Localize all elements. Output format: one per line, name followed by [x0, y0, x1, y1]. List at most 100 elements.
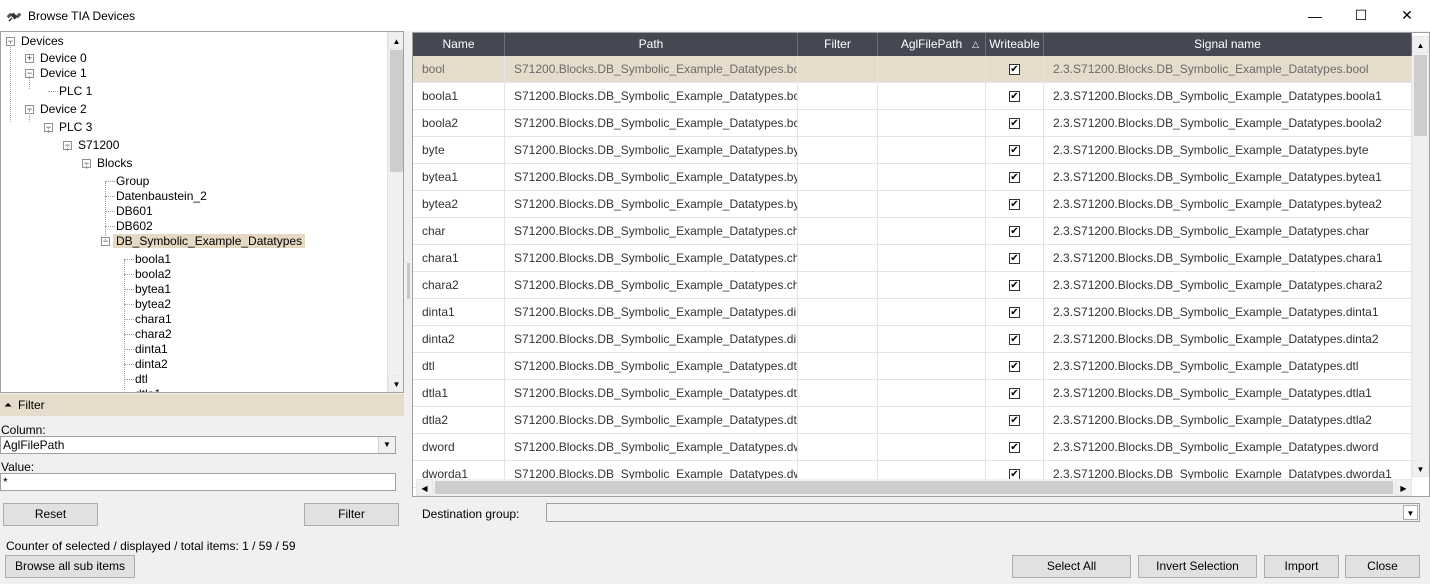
- tree-node[interactable]: Device 1: [37, 66, 90, 81]
- table-row[interactable]: char S71200.Blocks.DB_Symbolic_Example_Da…: [413, 218, 1412, 245]
- table-row[interactable]: dinta2 S71200.Blocks.DB_Symbolic_Example_…: [413, 326, 1412, 353]
- table-row[interactable]: chara1 S71200.Blocks.DB_Symbolic_Example_…: [413, 245, 1412, 272]
- device-tree[interactable]: ▲ ▼ − Devices + Device 0− Device 1 PLC 1− Devi…: [0, 31, 404, 393]
- grid-horizontal-scroll-thumb[interactable]: [435, 481, 1393, 494]
- tree-node[interactable]: chara2: [132, 327, 175, 342]
- writeable-checkbox[interactable]: ✔: [1009, 118, 1020, 130]
- cell-writeable[interactable]: ✔: [986, 110, 1044, 137]
- column-header[interactable]: Signal name: [1044, 33, 1412, 56]
- cell-writeable[interactable]: ✔: [986, 56, 1044, 83]
- value-input[interactable]: *: [0, 473, 396, 491]
- writeable-checkbox[interactable]: ✔: [1009, 388, 1020, 400]
- destination-dropdown-arrow-icon[interactable]: ▼: [1403, 505, 1418, 520]
- tree-node[interactable]: DB602: [113, 219, 156, 234]
- tree-node[interactable]: boola2: [132, 267, 174, 282]
- cell-writeable[interactable]: ✔: [986, 272, 1044, 299]
- close-button[interactable]: Close: [1345, 555, 1420, 578]
- column-header[interactable]: AglFilePath △: [878, 33, 986, 56]
- cell-writeable[interactable]: ✔: [986, 353, 1044, 380]
- tree-node[interactable]: dinta1: [132, 342, 171, 357]
- cell-writeable[interactable]: ✔: [986, 326, 1044, 353]
- tree-node[interactable]: Datenbaustein_2: [113, 189, 210, 204]
- cell-writeable[interactable]: ✔: [986, 191, 1044, 218]
- tree-node[interactable]: PLC 1: [56, 84, 95, 99]
- select-all-button[interactable]: Select All: [1012, 555, 1131, 578]
- grid-scroll-right-arrow-icon[interactable]: ▶: [1395, 479, 1412, 496]
- writeable-checkbox[interactable]: ✔: [1009, 415, 1020, 427]
- tree-node[interactable]: Device 0: [37, 51, 90, 66]
- tree-node[interactable]: PLC 3: [56, 120, 95, 135]
- table-row[interactable]: byte S71200.Blocks.DB_Symbolic_Example_Da…: [413, 137, 1412, 164]
- filter-panel-header[interactable]: ⏶ Filter: [0, 394, 404, 416]
- invert-selection-button[interactable]: Invert Selection: [1138, 555, 1257, 578]
- tree-node[interactable]: DB601: [113, 204, 156, 219]
- tree-node[interactable]: bytea1: [132, 282, 174, 297]
- table-row[interactable]: bool S71200.Blocks.DB_Symbolic_Example_Da…: [413, 56, 1412, 83]
- grid-scroll-up-arrow-icon[interactable]: ▲: [1412, 36, 1429, 53]
- table-row[interactable]: dtla2 S71200.Blocks.DB_Symbolic_Example_D…: [413, 407, 1412, 434]
- column-header[interactable]: Path: [505, 33, 798, 56]
- table-row[interactable]: dtla1 S71200.Blocks.DB_Symbolic_Example_D…: [413, 380, 1412, 407]
- tree-node[interactable]: Group: [113, 174, 152, 189]
- import-button[interactable]: Import: [1264, 555, 1339, 578]
- table-row[interactable]: dtl S71200.Blocks.DB_Symbolic_Example_Dat…: [413, 353, 1412, 380]
- reset-button[interactable]: Reset: [3, 503, 98, 526]
- grid-vertical-scrollbar[interactable]: ▲ ▼: [1412, 36, 1429, 477]
- column-select[interactable]: AglFilePath ▼: [0, 436, 396, 454]
- cell-writeable[interactable]: ✔: [986, 218, 1044, 245]
- tree-expand-icon[interactable]: +: [25, 54, 34, 63]
- signals-grid[interactable]: Name Path Filter AglFilePath △ Writeable Signa…: [412, 32, 1430, 497]
- grid-scroll-left-arrow-icon[interactable]: ◀: [416, 479, 433, 496]
- cell-writeable[interactable]: ✔: [986, 164, 1044, 191]
- writeable-checkbox[interactable]: ✔: [1009, 199, 1020, 211]
- writeable-checkbox[interactable]: ✔: [1009, 253, 1020, 265]
- writeable-checkbox[interactable]: ✔: [1009, 361, 1020, 373]
- writeable-checkbox[interactable]: ✔: [1009, 442, 1020, 454]
- close-window-button[interactable]: ✕: [1384, 0, 1430, 31]
- cell-writeable[interactable]: ✔: [986, 83, 1044, 110]
- table-row[interactable]: boola1 S71200.Blocks.DB_Symbolic_Example_…: [413, 83, 1412, 110]
- cell-writeable[interactable]: ✔: [986, 434, 1044, 461]
- table-row[interactable]: dword S71200.Blocks.DB_Symbolic_Example_D…: [413, 434, 1412, 461]
- filter-button[interactable]: Filter: [304, 503, 399, 526]
- tree-node[interactable]: chara1: [132, 312, 175, 327]
- cell-writeable[interactable]: ✔: [986, 380, 1044, 407]
- writeable-checkbox[interactable]: ✔: [1009, 226, 1020, 238]
- writeable-checkbox[interactable]: ✔: [1009, 334, 1020, 346]
- grid-horizontal-scrollbar[interactable]: ◀ ▶: [416, 479, 1412, 496]
- table-row[interactable]: bytea1 S71200.Blocks.DB_Symbolic_Example_…: [413, 164, 1412, 191]
- writeable-checkbox[interactable]: ✔: [1009, 280, 1020, 292]
- splitter-grip[interactable]: [407, 263, 410, 299]
- cell-writeable[interactable]: ✔: [986, 299, 1044, 326]
- table-row[interactable]: chara2 S71200.Blocks.DB_Symbolic_Example_…: [413, 272, 1412, 299]
- cell-writeable[interactable]: ✔: [986, 407, 1044, 434]
- tree-node[interactable]: bytea2: [132, 297, 174, 312]
- maximize-button[interactable]: ☐: [1338, 0, 1384, 31]
- scroll-up-arrow-icon[interactable]: ▲: [388, 32, 403, 49]
- tree-node[interactable]: Devices: [18, 34, 67, 49]
- writeable-checkbox[interactable]: ✔: [1009, 145, 1020, 157]
- table-row[interactable]: dinta1 S71200.Blocks.DB_Symbolic_Example_…: [413, 299, 1412, 326]
- writeable-checkbox[interactable]: ✔: [1009, 172, 1020, 184]
- tree-node[interactable]: boola1: [132, 252, 174, 267]
- column-header[interactable]: Writeable: [986, 33, 1044, 56]
- tree-node[interactable]: DB_Symbolic_Example_Datatypes: [113, 234, 306, 249]
- tree-node[interactable]: Device 2: [37, 102, 90, 117]
- grid-vertical-scroll-thumb[interactable]: [1414, 55, 1427, 136]
- dropdown-arrow-icon[interactable]: ▼: [378, 437, 395, 453]
- scroll-thumb[interactable]: [390, 50, 403, 172]
- tree-node[interactable]: S71200: [75, 138, 122, 153]
- cell-writeable[interactable]: ✔: [986, 137, 1044, 164]
- table-row[interactable]: boola2 S71200.Blocks.DB_Symbolic_Example_…: [413, 110, 1412, 137]
- destination-group-select[interactable]: ▼: [546, 503, 1420, 522]
- tree-vertical-scrollbar[interactable]: ▲ ▼: [387, 32, 403, 392]
- tree-node[interactable]: dinta2: [132, 357, 171, 372]
- scroll-down-arrow-icon[interactable]: ▼: [388, 375, 403, 392]
- tree-node[interactable]: dtl: [132, 372, 151, 387]
- grid-scroll-down-arrow-icon[interactable]: ▼: [1412, 460, 1429, 477]
- minimize-button[interactable]: —: [1292, 0, 1338, 31]
- browse-all-sub-items-button[interactable]: Browse all sub items: [5, 555, 135, 578]
- column-header[interactable]: Filter: [798, 33, 878, 56]
- table-row[interactable]: bytea2 S71200.Blocks.DB_Symbolic_Example_…: [413, 191, 1412, 218]
- tree-node[interactable]: Blocks: [94, 156, 135, 171]
